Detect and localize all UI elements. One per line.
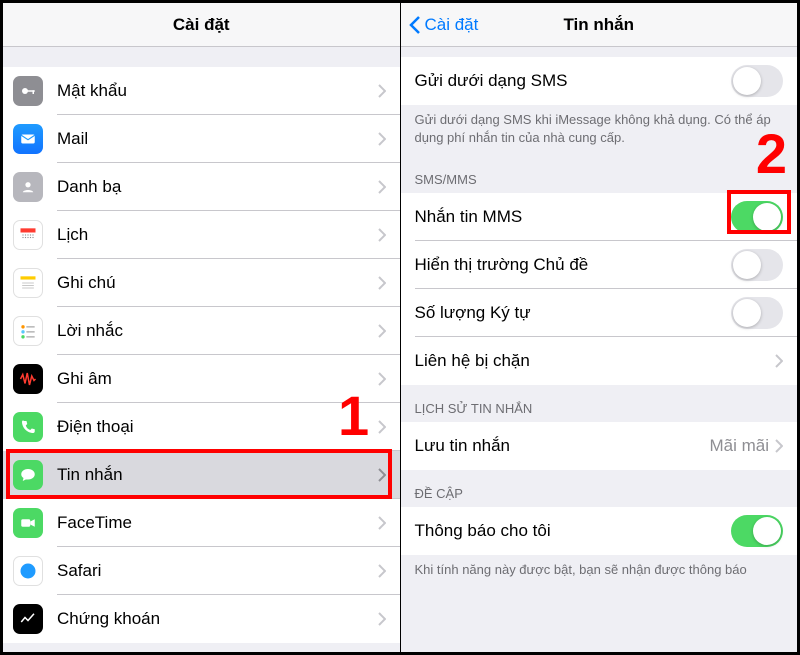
row-notes[interactable]: Ghi chú (3, 259, 400, 307)
row-charcount[interactable]: Số lượng Ký tự (401, 289, 798, 337)
annotation-1: 1 (338, 383, 369, 448)
back-label: Cài đặt (425, 15, 479, 35)
stocks-icon (13, 604, 43, 634)
messages-icon (13, 460, 43, 490)
key-icon (13, 76, 43, 106)
settings-list: Mật khẩu Mail Danh bạ (3, 67, 400, 643)
toggle-mms[interactable] (731, 201, 783, 233)
section-history: LỊCH SỬ TIN NHẮN (401, 385, 798, 422)
row-facetime[interactable]: FaceTime (3, 499, 400, 547)
row-label: Thông báo cho tôi (415, 521, 732, 541)
safari-icon (13, 556, 43, 586)
annotation-2: 2 (756, 121, 787, 186)
toggle-subject[interactable] (731, 249, 783, 281)
row-label: Ghi âm (57, 369, 378, 389)
chevron-right-icon (775, 354, 783, 368)
row-label: FaceTime (57, 513, 378, 533)
chevron-right-icon (378, 564, 386, 578)
notes-icon (13, 268, 43, 298)
header-left: Cài đặt (3, 3, 400, 47)
row-label: Ghi chú (57, 273, 378, 293)
row-subject[interactable]: Hiển thị trường Chủ đề (401, 241, 798, 289)
settings-list-pane: Cài đặt Mật khẩu Mail (3, 3, 400, 652)
row-label: Mail (57, 129, 378, 149)
chevron-right-icon (378, 180, 386, 194)
chevron-right-icon (378, 84, 386, 98)
row-reminders[interactable]: Lời nhắc (3, 307, 400, 355)
row-label: Lịch (57, 225, 378, 245)
mentions-footer: Khi tính năng này được bật, bạn sẽ nhận … (401, 555, 798, 579)
header-right: Cài đặt Tin nhắn (401, 3, 798, 47)
row-keep[interactable]: Lưu tin nhắn Mãi mãi (401, 422, 798, 470)
toggle-send-sms[interactable] (731, 65, 783, 97)
row-value: Mãi mãi (709, 436, 769, 456)
row-passwords[interactable]: Mật khẩu (3, 67, 400, 115)
row-blocked[interactable]: Liên hệ bị chặn (401, 337, 798, 385)
row-label: Hiển thị trường Chủ đề (415, 255, 732, 275)
row-calendar[interactable]: Lịch (3, 211, 400, 259)
chevron-right-icon (378, 132, 386, 146)
row-label: Safari (57, 561, 378, 581)
row-label: Nhắn tin MMS (415, 207, 732, 227)
chevron-right-icon (775, 439, 783, 453)
row-label: Lưu tin nhắn (415, 436, 710, 456)
chevron-right-icon (378, 516, 386, 530)
chevron-right-icon (378, 468, 386, 482)
row-label: Lời nhắc (57, 321, 378, 341)
chevron-right-icon (378, 276, 386, 290)
toggle-notify[interactable] (731, 515, 783, 547)
row-label: Điện thoại (57, 417, 378, 437)
row-label: Mật khẩu (57, 81, 378, 101)
reminders-icon (13, 316, 43, 346)
row-mms[interactable]: Nhắn tin MMS (401, 193, 798, 241)
row-send-as-sms[interactable]: Gửi dưới dạng SMS (401, 57, 798, 105)
header-title-left: Cài đặt (173, 15, 230, 35)
chevron-right-icon (378, 420, 386, 434)
messages-settings-pane: Cài đặt Tin nhắn Gửi dưới dạng SMS Gửi d… (400, 3, 798, 652)
section-mentions: ĐỀ CẬP (401, 470, 798, 507)
row-messages[interactable]: Tin nhắn (3, 451, 400, 499)
row-label: Gửi dưới dạng SMS (415, 71, 732, 91)
row-label: Liên hệ bị chặn (415, 351, 776, 371)
row-label: Số lượng Ký tự (415, 303, 732, 323)
row-label: Danh bạ (57, 177, 378, 197)
chevron-right-icon (378, 612, 386, 626)
row-label: Chứng khoán (57, 609, 378, 629)
facetime-icon (13, 508, 43, 538)
back-button[interactable]: Cài đặt (409, 3, 479, 47)
row-safari[interactable]: Safari (3, 547, 400, 595)
row-label: Tin nhắn (57, 465, 378, 485)
toggle-charcount[interactable] (731, 297, 783, 329)
voice-memo-icon (13, 364, 43, 394)
chevron-right-icon (378, 324, 386, 338)
calendar-icon (13, 220, 43, 250)
chevron-right-icon (378, 228, 386, 242)
row-mail[interactable]: Mail (3, 115, 400, 163)
chevron-right-icon (378, 372, 386, 386)
row-contacts[interactable]: Danh bạ (3, 163, 400, 211)
header-title-right: Tin nhắn (563, 15, 634, 35)
send-sms-footer: Gửi dưới dạng SMS khi iMessage không khả… (401, 105, 798, 156)
mail-icon (13, 124, 43, 154)
section-smsmms: SMS/MMS (401, 156, 798, 193)
row-stocks[interactable]: Chứng khoán (3, 595, 400, 643)
contacts-icon (13, 172, 43, 202)
phone-icon (13, 412, 43, 442)
row-notify[interactable]: Thông báo cho tôi (401, 507, 798, 555)
